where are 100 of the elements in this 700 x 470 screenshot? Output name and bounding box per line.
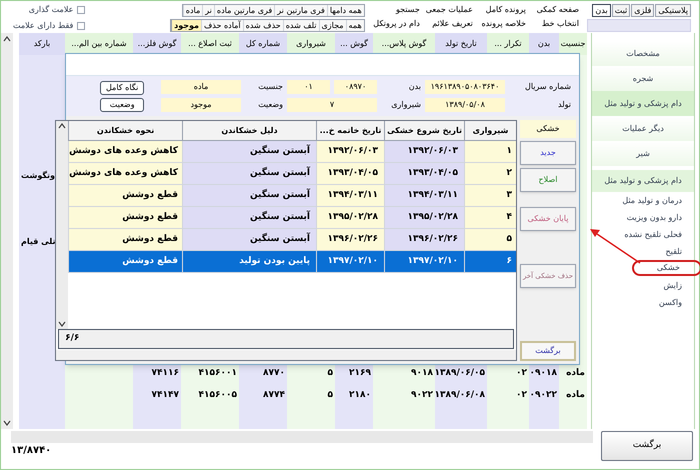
table-cell: ۱: [464, 141, 516, 163]
table-cell: کاهش وعده های دوشش: [68, 163, 182, 185]
column-header[interactable]: شماره بین الم...: [65, 33, 133, 55]
table-cell: ۱۳۹۲/۰۶/۰۳: [384, 141, 464, 163]
filter-button[interactable]: فری مارتین نر: [274, 5, 327, 16]
scrollbar[interactable]: [56, 350, 516, 360]
sidebar-subitem[interactable]: واکسن: [592, 294, 694, 311]
filter-button[interactable]: فری مارتین ماده: [214, 5, 274, 16]
table-cell: ۵: [464, 229, 516, 251]
column-header[interactable]: بدن: [529, 33, 559, 55]
action-button[interactable]: پایان خشکی: [520, 207, 576, 231]
column-header[interactable]: جنسیت: [559, 33, 587, 55]
scroll-up-icon[interactable]: [58, 123, 66, 129]
table-row[interactable]: ۲ ۱۳۹۳/۰۴/۰۵ ۱۳۹۳/۰۴/۰۵ آبستن سنگین کاهش وعده های دوشش: [68, 163, 516, 185]
tab[interactable]: بدن: [592, 4, 611, 17]
column-header[interactable]: بارکد: [19, 33, 65, 55]
sidebar-subitem[interactable]: دارو بدون ویزیت: [592, 209, 694, 226]
button[interactable]: وضعیت: [100, 98, 144, 112]
filter-button[interactable]: تلف شده: [282, 20, 319, 31]
table-cell: آبستن سنگین: [182, 141, 316, 163]
menu-item[interactable]: دام در پروتکل: [372, 18, 420, 29]
filter-button[interactable]: همه دامها: [326, 5, 364, 16]
filter-button[interactable]: همه: [346, 20, 364, 31]
column-header[interactable]: تکرار ...: [487, 33, 529, 55]
table-cell: پایین بودن تولید: [182, 251, 316, 273]
checkbox[interactable]: [77, 6, 86, 14]
table-row[interactable]: ۴ ۱۳۹۵/۰۲/۲۸ ۱۳۹۵/۰۲/۲۸ آبستن سنگین قطع دوشش: [68, 207, 516, 229]
table-row[interactable]: ۵ ۱۳۹۶/۰۲/۲۶ ۱۳۹۶/۰۲/۲۶ آبستن سنگین قطع دوشش: [68, 229, 516, 251]
table-cell-text: ۸۷۷۰: [263, 367, 285, 380]
checkbox-label: فقط دارای علامت: [13, 20, 74, 31]
table-cell-text: ۱۳۸۹/۰۶/۰۵: [434, 367, 485, 380]
table-cell: ۲: [464, 163, 516, 185]
table-row[interactable]: ۶ ۱۳۹۷/۰۲/۱۰ ۱۳۹۷/۰۲/۱۰ پایین بودن تولید قطع دوشش: [68, 251, 516, 273]
column-header[interactable]: گوش ...: [335, 33, 373, 55]
scroll-down-icon[interactable]: [3, 420, 11, 426]
sidebar-subitem[interactable]: خشکی: [632, 260, 700, 276]
column-header[interactable]: شماره کل: [239, 33, 287, 55]
table-row[interactable]: ۳ ۱۳۹۴/۰۳/۱۱ ۱۳۹۴/۰۳/۱۱ آبستن سنگین قطع دوشش: [68, 185, 516, 207]
column-header[interactable]: تاریخ تولد: [435, 33, 487, 55]
filter-button[interactable]: آماده حذف: [200, 20, 243, 31]
callout-arrow: [590, 229, 640, 264]
tab[interactable]: ثبت: [612, 4, 630, 17]
filter-button[interactable]: نر: [202, 5, 214, 16]
table-cell-text: ماده: [566, 367, 585, 380]
table-cell-text: ۹۰۲۲: [411, 389, 433, 402]
action-button[interactable]: اصلاح: [520, 168, 576, 192]
menu-item[interactable]: صفحه کمکی: [532, 4, 579, 15]
field-label: شماره سریال: [524, 81, 571, 93]
table-cell: ۳: [464, 185, 516, 207]
menu-item[interactable]: جستجو: [372, 4, 420, 15]
table-cell: آبستن سنگین: [182, 207, 316, 229]
field-value: ۰۱: [287, 80, 330, 94]
checkbox[interactable]: [77, 22, 86, 30]
menu-item[interactable]: پرونده کامل: [478, 4, 526, 15]
filter-button[interactable]: حذف شده: [242, 20, 283, 31]
field-value: ۱۳۸۹/۰۵/۰۸: [425, 98, 505, 112]
table-cell: ۱۳۹۳/۰۴/۰۵: [384, 163, 464, 185]
field-label: وضعیت: [257, 99, 283, 111]
table-row[interactable]: ۱ ۱۳۹۲/۰۶/۰۳ ۱۳۹۲/۰۶/۰۳ آبستن سنگین کاهش وعده های دوشش: [68, 141, 516, 163]
scroll-up-icon[interactable]: [3, 36, 11, 42]
checkbox-label: علامت گذاری: [28, 4, 74, 15]
menu-item[interactable]: خلاصه پرونده: [478, 18, 526, 29]
scrollbar[interactable]: [56, 121, 68, 329]
action-button[interactable]: جدید: [520, 141, 576, 165]
menu-item[interactable]: عملیات جمعی: [426, 4, 473, 15]
table-cell-text: ۴۱۵۶۰۰۵: [198, 389, 237, 402]
record-count: ۱۳/۸۷۴۰: [11, 444, 52, 458]
menu-item[interactable]: تعریف علائم: [426, 18, 473, 29]
table-cell: ۱۳۹۴/۰۳/۱۱: [384, 185, 464, 207]
back-button[interactable]: برگشت: [520, 341, 576, 361]
scroll-down-icon[interactable]: [58, 321, 66, 327]
sidebar-item[interactable]: دام پزشکی و تولید مثل: [592, 91, 694, 116]
table-cell: تلی قیام: [21, 236, 56, 248]
filter-button[interactable]: مجازی: [318, 20, 346, 31]
table-cell: ۱۳۹۷/۰۲/۱۰: [316, 251, 384, 273]
tab[interactable]: فلزی: [631, 4, 654, 17]
column-header[interactable]: گوش فلز...: [133, 33, 181, 55]
column-header[interactable]: ثبت اصلاع ...: [181, 33, 239, 55]
button[interactable]: نگاه کامل: [100, 80, 144, 94]
table-cell-text: ۷۴۱۴۷: [152, 389, 179, 402]
sidebar-subitem[interactable]: تلقیح: [592, 243, 694, 260]
table-cell: ۱۳۹۶/۰۲/۲۶: [384, 229, 464, 251]
scrollbar[interactable]: [1, 33, 13, 429]
sidebar-subitem[interactable]: درمان و تولید مثل: [592, 192, 694, 209]
column-header[interactable]: شیرواری: [287, 33, 335, 55]
column-header[interactable]: گوش پلاس...: [373, 33, 435, 55]
menu-item[interactable]: انتخاب خط: [532, 18, 579, 29]
table-cell: آبستن سنگین: [182, 163, 316, 185]
table-cell-text: ۱۳۸۹/۰۶/۰۸: [434, 389, 485, 402]
table-cell: ۴: [464, 207, 516, 229]
table-cell-text: ۷۴۱۱۶: [152, 367, 179, 380]
sidebar-subitem[interactable]: زایش: [592, 277, 694, 294]
back-button[interactable]: برگشت: [601, 431, 693, 461]
field-value: موجود: [161, 98, 241, 112]
tab[interactable]: پلاستیکی: [655, 4, 691, 17]
sidebar-subitem[interactable]: فحلی تلقیح نشده: [592, 226, 694, 243]
filter-button[interactable]: ماده: [182, 5, 202, 16]
filter-button[interactable]: موجود: [171, 20, 201, 31]
table-cell: ۱۳۹۴/۰۳/۱۱: [316, 185, 384, 207]
table-cell: ۱۳۹۵/۰۲/۲۸: [316, 207, 384, 229]
